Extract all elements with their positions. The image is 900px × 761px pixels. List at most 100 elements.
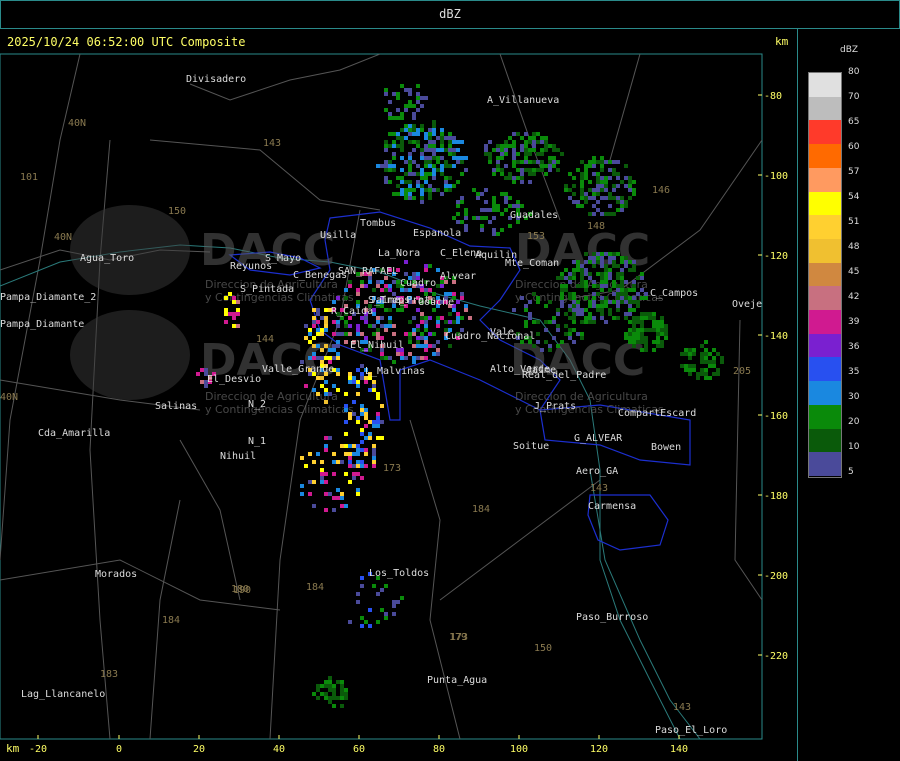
echo-pixel xyxy=(624,280,628,284)
echo-pixel xyxy=(376,592,380,596)
echo-pixel xyxy=(328,700,332,704)
echo-pixel xyxy=(492,216,496,220)
echo-pixel xyxy=(344,324,348,328)
echo-pixel xyxy=(500,148,504,152)
echo-pixel xyxy=(624,332,628,336)
place-label: Guadales xyxy=(510,210,558,221)
echo-pixel xyxy=(448,136,452,140)
echo-pixel xyxy=(524,144,528,148)
echo-pixel xyxy=(488,140,492,144)
echo-pixel xyxy=(352,412,356,416)
echo-pixel xyxy=(640,348,644,352)
place-label: La_Nora xyxy=(378,248,420,259)
echo-pixel xyxy=(584,192,588,196)
echo-pixel xyxy=(412,360,416,364)
echo-pixel xyxy=(644,292,648,296)
echo-pixel xyxy=(616,172,620,176)
echo-pixel xyxy=(412,188,416,192)
echo-pixel xyxy=(404,272,408,276)
legend-label: 45 xyxy=(848,267,860,277)
echo-pixel xyxy=(612,168,616,172)
echo-pixel xyxy=(608,268,612,272)
place-label: El_Nihuil xyxy=(350,340,404,351)
echo-pixel xyxy=(412,104,416,108)
legend-swatch xyxy=(809,286,841,311)
echo-pixel xyxy=(632,308,636,312)
echo-pixel xyxy=(336,496,340,500)
echo-pixel xyxy=(712,356,716,360)
echo-pixel xyxy=(424,320,428,324)
echo-pixel xyxy=(316,688,320,692)
echo-pixel xyxy=(540,168,544,172)
echo-pixel xyxy=(632,280,636,284)
echo-pixel xyxy=(708,352,712,356)
echo-pixel xyxy=(392,116,396,120)
echo-pixel xyxy=(580,160,584,164)
echo-pixel xyxy=(336,368,340,372)
echo-pixel xyxy=(592,280,596,284)
echo-pixel xyxy=(372,464,376,468)
echo-pixel xyxy=(584,272,588,276)
echo-pixel xyxy=(340,688,344,692)
echo-pixel xyxy=(580,312,584,316)
echo-pixel xyxy=(536,340,540,344)
echo-pixel xyxy=(632,316,636,320)
echo-pixel xyxy=(592,320,596,324)
echo-pixel xyxy=(444,160,448,164)
legend-swatch xyxy=(809,333,841,358)
echo-pixel xyxy=(620,296,624,300)
echo-pixel xyxy=(420,188,424,192)
echo-pixel xyxy=(408,152,412,156)
echo-pixel xyxy=(416,328,420,332)
echo-pixel xyxy=(652,348,656,352)
echo-pixel xyxy=(544,328,548,332)
echo-pixel xyxy=(512,308,516,312)
radar-map[interactable]: DACC DACC DACC DACC Direccion de Agricul… xyxy=(0,0,900,761)
echo-pixel xyxy=(436,284,440,288)
echo-pixel xyxy=(384,176,388,180)
echo-pixel xyxy=(436,156,440,160)
echo-pixel xyxy=(560,272,564,276)
echo-pixel xyxy=(388,284,392,288)
echo-pixel xyxy=(420,168,424,172)
echo-pixel xyxy=(656,336,660,340)
echo-pixel xyxy=(432,332,436,336)
echo-pixel xyxy=(324,472,328,476)
echo-pixel xyxy=(320,376,324,380)
echo-pixel xyxy=(584,296,588,300)
echo-pixel xyxy=(316,684,320,688)
place-label: Alto_Verde xyxy=(490,364,550,375)
echo-pixel xyxy=(576,264,580,268)
echo-pixel xyxy=(372,456,376,460)
echo-pixel xyxy=(324,316,328,320)
echo-pixel xyxy=(560,288,564,292)
echo-pixel xyxy=(404,124,408,128)
echo-pixel xyxy=(616,288,620,292)
echo-pixel xyxy=(336,680,340,684)
echo-pixel xyxy=(580,204,584,208)
echo-pixel xyxy=(424,324,428,328)
echo-pixel xyxy=(364,424,368,428)
echo-pixel xyxy=(436,324,440,328)
echo-pixel xyxy=(416,84,420,88)
echo-pixel xyxy=(376,320,380,324)
echo-pixel xyxy=(540,160,544,164)
echo-pixel xyxy=(620,276,624,280)
echo-pixel xyxy=(416,140,420,144)
echo-pixel xyxy=(396,116,400,120)
echo-pixel xyxy=(360,408,364,412)
echo-pixel xyxy=(496,168,500,172)
echo-pixel xyxy=(428,172,432,176)
echo-pixel xyxy=(656,340,660,344)
echo-pixel xyxy=(384,108,388,112)
echo-pixel xyxy=(520,176,524,180)
echo-pixel xyxy=(600,212,604,216)
echo-pixel xyxy=(552,164,556,168)
echo-pixel xyxy=(508,136,512,140)
echo-pixel xyxy=(520,204,524,208)
echo-pixel xyxy=(484,216,488,220)
echo-pixel xyxy=(324,380,328,384)
road-number: 180 xyxy=(231,584,249,595)
echo-pixel xyxy=(400,180,404,184)
echo-pixel xyxy=(400,128,404,132)
